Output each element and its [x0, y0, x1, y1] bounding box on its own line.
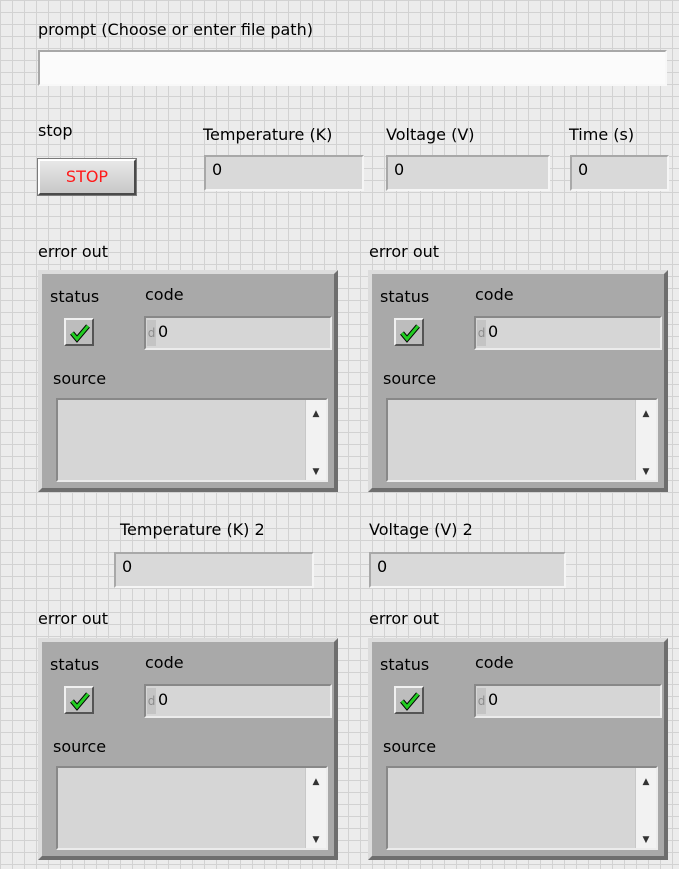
- source-scrollbar[interactable]: ▲ ▼: [305, 400, 326, 480]
- error-out-cluster: status code d 0 source ▲ ▼: [368, 270, 668, 492]
- code-indicator: d 0: [474, 316, 662, 350]
- source-indicator: ▲ ▼: [56, 398, 328, 482]
- error-out-label: error out: [38, 242, 109, 261]
- source-label: source: [383, 737, 437, 756]
- triangle-up-icon[interactable]: ▲: [636, 774, 656, 790]
- green-checkmark-icon: [400, 324, 420, 343]
- code-label: code: [145, 653, 184, 672]
- code-label: code: [475, 285, 514, 304]
- status-label: status: [50, 287, 100, 306]
- triangle-up-icon[interactable]: ▲: [306, 406, 326, 422]
- error-out-cluster: status code d 0 source ▲ ▼: [38, 638, 338, 860]
- error-out-cluster: status code d 0 source ▲ ▼: [368, 638, 668, 860]
- voltage2-indicator: 0: [369, 552, 566, 588]
- triangle-up-icon[interactable]: ▲: [306, 774, 326, 790]
- error-out-label: error out: [369, 609, 440, 628]
- triangle-down-icon[interactable]: ▼: [636, 464, 656, 480]
- radix-indicator: d: [147, 320, 156, 346]
- code-value: 0: [158, 690, 169, 709]
- green-checkmark-icon: [70, 324, 90, 343]
- code-value: 0: [488, 322, 499, 341]
- source-indicator: ▲ ▼: [386, 766, 658, 850]
- stop-label: stop: [38, 121, 73, 140]
- code-indicator: d 0: [474, 684, 662, 718]
- error-out-label: error out: [369, 242, 440, 261]
- triangle-up-icon[interactable]: ▲: [636, 406, 656, 422]
- radix-indicator: d: [477, 688, 486, 714]
- source-indicator: ▲ ▼: [386, 398, 658, 482]
- source-scrollbar[interactable]: ▲ ▼: [635, 400, 656, 480]
- radix-indicator: d: [147, 688, 156, 714]
- status-label: status: [50, 655, 100, 674]
- source-label: source: [53, 369, 107, 388]
- code-indicator: d 0: [144, 684, 332, 718]
- code-label: code: [145, 285, 184, 304]
- green-checkmark-icon: [70, 692, 90, 711]
- code-value: 0: [488, 690, 499, 709]
- temperature-indicator: 0: [204, 155, 364, 191]
- source-label: source: [383, 369, 437, 388]
- stop-button[interactable]: STOP: [37, 158, 137, 196]
- error-out-cluster: status code d 0 source ▲ ▼: [38, 270, 338, 492]
- source-label: source: [53, 737, 107, 756]
- green-checkmark-icon: [400, 692, 420, 711]
- status-label: status: [380, 655, 430, 674]
- prompt-path-input[interactable]: [38, 50, 667, 86]
- status-led: [394, 686, 424, 714]
- temperature2-label: Temperature (K) 2: [120, 520, 265, 539]
- status-led: [64, 318, 94, 346]
- error-out-label: error out: [38, 609, 109, 628]
- voltage-label: Voltage (V): [386, 125, 475, 144]
- triangle-down-icon[interactable]: ▼: [636, 832, 656, 848]
- triangle-down-icon[interactable]: ▼: [306, 464, 326, 480]
- code-indicator: d 0: [144, 316, 332, 350]
- code-value: 0: [158, 322, 169, 341]
- triangle-down-icon[interactable]: ▼: [306, 832, 326, 848]
- time-label: Time (s): [569, 125, 635, 144]
- time-indicator: 0: [570, 155, 669, 191]
- voltage2-label: Voltage (V) 2: [369, 520, 473, 539]
- status-led: [394, 318, 424, 346]
- radix-indicator: d: [477, 320, 486, 346]
- source-indicator: ▲ ▼: [56, 766, 328, 850]
- prompt-label: prompt (Choose or enter file path): [38, 20, 313, 39]
- temperature2-indicator: 0: [114, 552, 314, 588]
- code-label: code: [475, 653, 514, 672]
- temperature-label: Temperature (K): [203, 125, 333, 144]
- status-led: [64, 686, 94, 714]
- voltage-indicator: 0: [386, 155, 550, 191]
- source-scrollbar[interactable]: ▲ ▼: [635, 768, 656, 848]
- status-label: status: [380, 287, 430, 306]
- source-scrollbar[interactable]: ▲ ▼: [305, 768, 326, 848]
